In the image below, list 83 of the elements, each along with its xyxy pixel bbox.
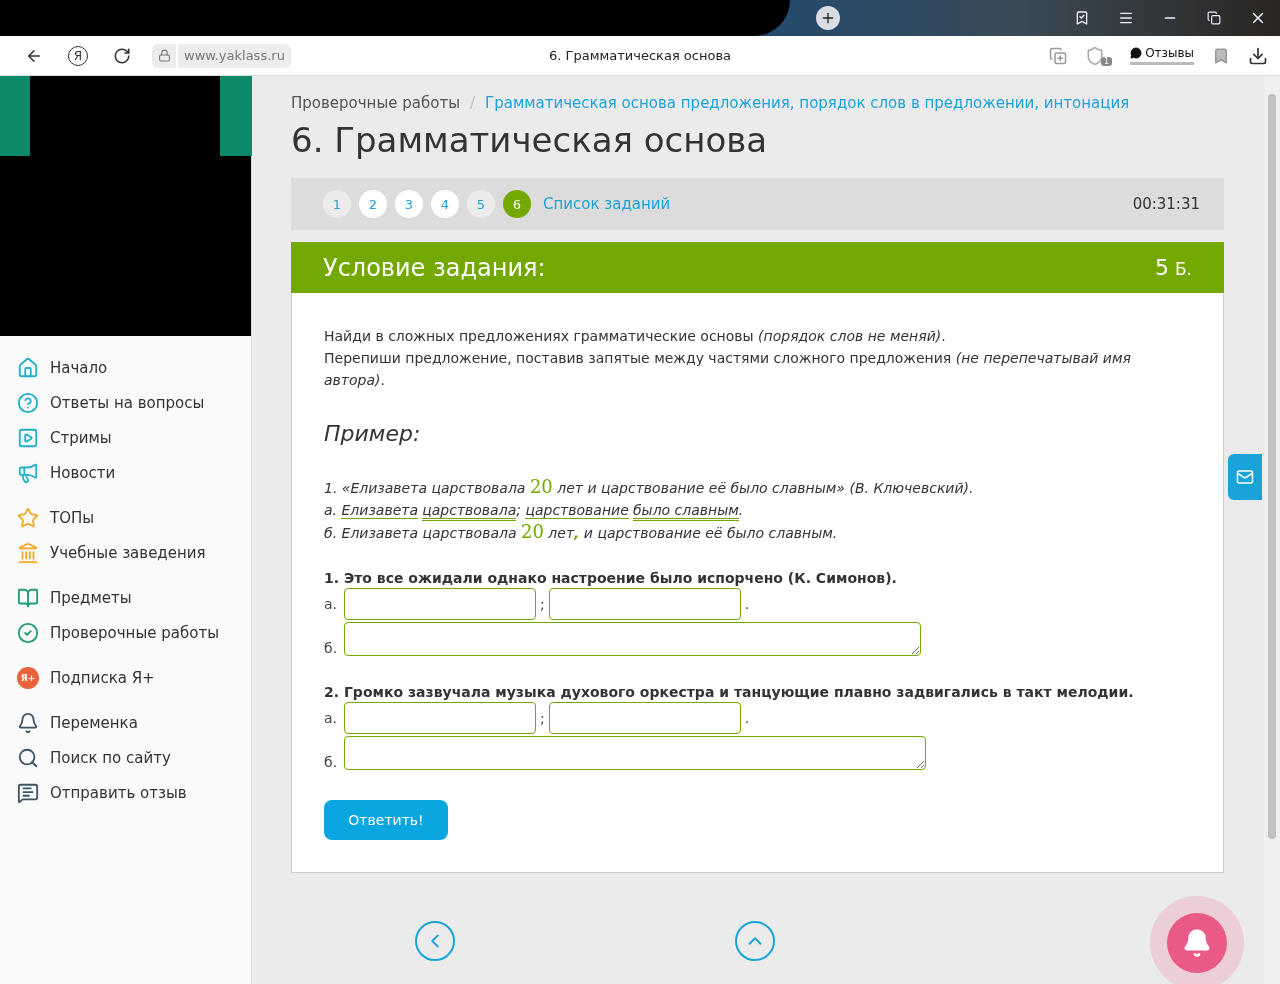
input-field[interactable]: [344, 702, 536, 734]
sidebar-label: Учебные заведения: [50, 544, 206, 562]
speech-bubble-icon: [1130, 47, 1143, 59]
book-icon: [17, 587, 39, 609]
sidebar-item[interactable]: Переменка: [17, 711, 251, 735]
example-line: 1. «Елизавета царствовала 20 лет и царствование её было славным» (В. Ключевский).: [324, 476, 975, 499]
megaphone-icon: [17, 462, 39, 484]
answer-label: а.: [324, 596, 339, 612]
feedback-label: Отзывы: [1145, 46, 1194, 60]
page-title: 6. Грамматическая основа: [548, 48, 732, 63]
search-icon: [17, 747, 39, 769]
instruction-text: Перепиши предложение, поставив запятые между частями сложного предложения (не перепечатывай имя автора).: [324, 349, 1132, 390]
sidebar-label: Новости: [50, 464, 116, 482]
new-tab-button[interactable]: [816, 6, 840, 30]
separator-text: ;: [540, 596, 545, 612]
input-field[interactable]: [548, 588, 741, 620]
breadcrumb-separator: /: [470, 94, 476, 112]
sidebar-item[interactable]: ТОПы: [17, 506, 251, 530]
sidebar-item[interactable]: Поиск по сайту: [17, 746, 251, 770]
answer-box[interactable]: [344, 736, 926, 770]
answer-box[interactable]: [344, 622, 921, 656]
scrollbar[interactable]: [1264, 76, 1280, 984]
mail-button[interactable]: [1228, 454, 1262, 500]
exercise-sentence: 1. Это все ожидали однако настроение было испорчено (К. Симонов).: [324, 570, 898, 586]
sidebar-item[interactable]: Проверочные работы: [17, 621, 251, 645]
sidebar-label: Предметы: [50, 589, 132, 607]
sidebar-label: Начало: [50, 359, 108, 377]
answer-label: б.: [324, 754, 339, 770]
separator-text: ;: [540, 710, 545, 726]
instruction-text: Найди в сложных предложениях грамматические основы (порядок слов не меняй).: [324, 327, 947, 346]
tab-copy-icon[interactable]: [1049, 46, 1068, 65]
mail-icon: [1236, 468, 1254, 486]
period-text: .: [744, 596, 750, 612]
count-badge: 1: [1101, 56, 1113, 66]
timer: 00:31:31: [1132, 195, 1200, 213]
answer-label: а.: [324, 710, 339, 726]
bell-icon: [17, 712, 39, 734]
input-field[interactable]: [548, 702, 741, 734]
breadcrumb-link[interactable]: Проверочные работы: [291, 94, 460, 112]
bookmark-icon[interactable]: [1212, 46, 1230, 65]
message-icon: [17, 782, 39, 804]
check-circle-icon: [17, 622, 39, 644]
sidebar-label: Поиск по сайту: [50, 749, 171, 767]
example-line: б. Елизавета царствовала 20 лет, и царствование её было славным.: [324, 521, 839, 544]
url-field[interactable]: www.yaklass.ru: [178, 43, 291, 68]
sidebar-item[interactable]: Начало: [17, 356, 251, 380]
download-icon[interactable]: [1248, 45, 1268, 66]
sidebar-label: Стримы: [50, 429, 112, 447]
example-line: а. Елизавета царствовала; царствование было славным.: [324, 499, 1191, 521]
example-heading: Пример:: [324, 421, 422, 446]
building-icon: [17, 542, 39, 564]
exercise-sentence: 2. Громко зазвучала музыка духового оркестра и танцующие плавно задвигались в такт мелодии.: [324, 684, 1135, 700]
answer-label: б.: [324, 640, 339, 656]
subscription-icon: Я+: [17, 667, 39, 689]
points: 5 Б.: [1154, 255, 1192, 280]
sidebar-label: Отправить отзыв: [50, 784, 187, 802]
sidebar-item[interactable]: Новости: [17, 461, 251, 485]
plus-icon: [820, 10, 836, 26]
home-icon: [17, 357, 39, 379]
play-icon: [17, 427, 39, 449]
period-text: .: [744, 710, 750, 726]
bell-icon: [1182, 928, 1212, 958]
shield-icon[interactable]: [1085, 45, 1106, 66]
sidebar-item[interactable]: Стримы: [17, 426, 251, 450]
sidebar-label: ТОПы: [50, 509, 95, 527]
input-field[interactable]: [344, 588, 536, 620]
star-icon: [17, 507, 39, 529]
sidebar-item[interactable]: Отправить отзыв: [17, 781, 251, 805]
sidebar-label: Подписка Я+: [50, 669, 155, 687]
feedback-tab[interactable]: Отзывы: [1130, 46, 1194, 65]
scroll-up-button[interactable]: [735, 921, 775, 961]
sidebar-item[interactable]: Ответы на вопросы: [17, 391, 251, 415]
lock-icon[interactable]: [152, 43, 176, 68]
page-heading: 6. Грамматическая основа: [291, 120, 769, 160]
condition-title: Условие задания:: [323, 253, 546, 282]
previous-button[interactable]: [415, 921, 455, 961]
question-icon: [17, 392, 39, 414]
sidebar-label: Проверочные работы: [50, 624, 219, 642]
sidebar-label: Переменка: [50, 714, 138, 732]
sidebar-item[interactable]: Предметы: [17, 586, 251, 610]
sidebar-item[interactable]: Я+ Подписка Я+: [17, 666, 251, 690]
sidebar-label: Ответы на вопросы: [50, 394, 205, 412]
sidebar-item[interactable]: Учебные заведения: [17, 541, 251, 565]
